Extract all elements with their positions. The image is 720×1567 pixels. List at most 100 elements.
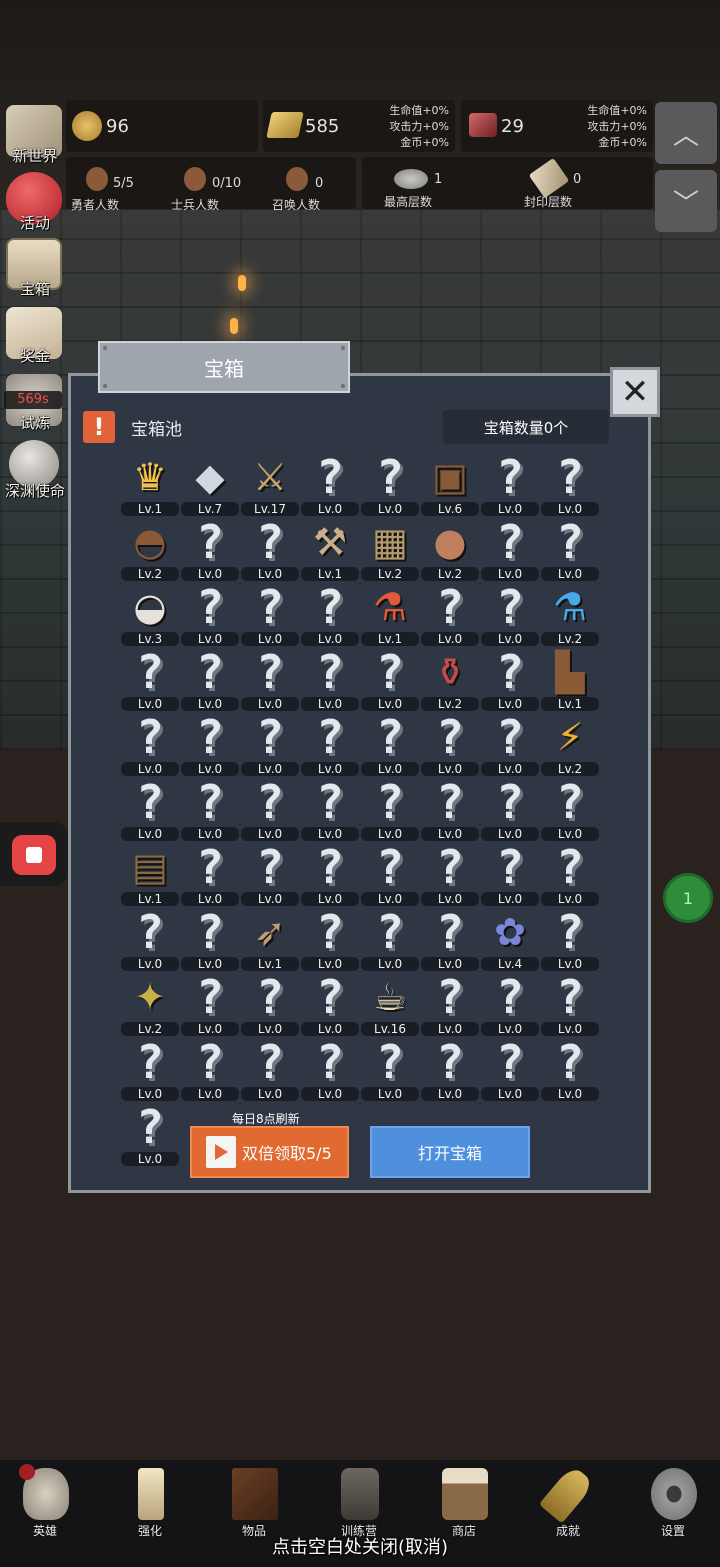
tab-settings[interactable]: 设置 <box>633 1462 713 1542</box>
item-slot[interactable]: ? Lv.0 <box>361 452 419 516</box>
item-slot[interactable]: ? Lv.0 <box>421 777 479 841</box>
item-slot[interactable]: ? Lv.0 <box>181 1037 239 1101</box>
item-slot[interactable]: ? Lv.0 <box>301 1037 359 1101</box>
sidebar-item-chest[interactable]: 宝箱 <box>0 236 68 302</box>
item-slot[interactable]: ◒ Lv.3 <box>121 582 179 646</box>
item-slot[interactable]: ? Lv.0 <box>541 517 599 581</box>
scroll-up-button[interactable]: ︿ <box>655 102 717 164</box>
sidebar-item-event[interactable]: 活动 <box>0 170 68 236</box>
item-slot[interactable]: ? Lv.0 <box>241 842 299 906</box>
item-slot[interactable]: ➶ Lv.1 <box>241 907 299 971</box>
item-slot[interactable]: ? Lv.0 <box>241 517 299 581</box>
item-slot[interactable]: ⚗ Lv.2 <box>541 582 599 646</box>
item-slot[interactable]: ? Lv.0 <box>301 777 359 841</box>
item-slot[interactable]: ? Lv.0 <box>541 452 599 516</box>
item-slot[interactable]: ? Lv.0 <box>481 517 539 581</box>
item-slot[interactable]: ? Lv.0 <box>541 777 599 841</box>
item-slot[interactable]: ? Lv.0 <box>361 842 419 906</box>
item-slot[interactable]: ? Lv.0 <box>181 712 239 776</box>
item-slot[interactable]: ? Lv.0 <box>121 647 179 711</box>
item-slot[interactable]: ? Lv.0 <box>421 712 479 776</box>
item-slot[interactable]: ? Lv.0 <box>301 842 359 906</box>
item-slot[interactable]: ? Lv.0 <box>481 647 539 711</box>
item-slot[interactable]: ? Lv.0 <box>361 907 419 971</box>
item-slot[interactable]: ⚱ Lv.2 <box>421 647 479 711</box>
scroll-down-button[interactable]: ﹀ <box>655 170 717 232</box>
item-slot[interactable]: ◓ Lv.2 <box>121 517 179 581</box>
item-slot[interactable]: ? Lv.0 <box>241 777 299 841</box>
item-slot[interactable]: ▦ Lv.2 <box>361 517 419 581</box>
item-slot[interactable]: ? Lv.0 <box>421 972 479 1036</box>
tab-upgrade[interactable]: 强化 <box>110 1462 190 1542</box>
item-slot[interactable]: ? Lv.0 <box>181 972 239 1036</box>
item-slot[interactable]: ? Lv.0 <box>301 972 359 1036</box>
item-slot[interactable]: ? Lv.0 <box>361 777 419 841</box>
sidebar-item-trial[interactable]: 569s 试炼 <box>0 372 68 438</box>
item-slot[interactable]: ? Lv.0 <box>181 582 239 646</box>
close-button[interactable]: ✕ <box>610 367 660 417</box>
item-slot[interactable]: ? Lv.0 <box>421 582 479 646</box>
item-slot[interactable]: ? Lv.0 <box>481 1037 539 1101</box>
item-slot[interactable]: ? Lv.0 <box>121 1037 179 1101</box>
item-slot[interactable]: ▙ Lv.1 <box>541 647 599 711</box>
tab-training[interactable]: 训练营 <box>319 1462 399 1542</box>
item-slot[interactable]: ? Lv.0 <box>541 1037 599 1101</box>
item-slot[interactable]: ? Lv.0 <box>541 907 599 971</box>
item-slot[interactable]: ? Lv.0 <box>421 842 479 906</box>
item-slot[interactable]: ? Lv.0 <box>361 647 419 711</box>
item-slot[interactable]: ☕ Lv.16 <box>361 972 419 1036</box>
item-slot[interactable]: ? Lv.0 <box>541 972 599 1036</box>
item-slot[interactable]: ? Lv.0 <box>241 647 299 711</box>
item-slot[interactable]: ? Lv.0 <box>481 582 539 646</box>
item-slot[interactable]: ? Lv.0 <box>481 712 539 776</box>
double-claim-button[interactable]: 双倍领取5/5 <box>190 1126 349 1178</box>
item-slot[interactable]: ? Lv.0 <box>121 1102 179 1166</box>
item-slot[interactable]: ? Lv.0 <box>181 517 239 581</box>
warning-icon[interactable]: ! <box>83 411 115 443</box>
item-slot[interactable]: ⚗ Lv.1 <box>361 582 419 646</box>
item-slot[interactable]: ? Lv.0 <box>481 972 539 1036</box>
item-slot[interactable]: ✿ Lv.4 <box>481 907 539 971</box>
item-slot[interactable]: ⚡ Lv.2 <box>541 712 599 776</box>
item-slot[interactable]: ▤ Lv.1 <box>121 842 179 906</box>
item-slot[interactable]: ? Lv.0 <box>481 842 539 906</box>
item-slot[interactable]: ? Lv.0 <box>121 907 179 971</box>
item-slot[interactable]: ⚒ Lv.1 <box>301 517 359 581</box>
item-slot[interactable]: ? Lv.0 <box>301 907 359 971</box>
item-slot[interactable]: ? Lv.0 <box>421 1037 479 1101</box>
item-slot[interactable]: ? Lv.0 <box>301 647 359 711</box>
item-slot[interactable]: ▣ Lv.6 <box>421 452 479 516</box>
open-chest-button[interactable]: 打开宝箱 <box>370 1126 530 1178</box>
item-slot[interactable]: ? Lv.0 <box>121 712 179 776</box>
item-slot[interactable]: ◆ Lv.7 <box>181 452 239 516</box>
item-slot[interactable]: ? Lv.0 <box>241 582 299 646</box>
sidebar-item-new-world[interactable]: 新世界 <box>0 103 68 169</box>
tab-items[interactable]: 物品 <box>214 1462 294 1542</box>
item-slot[interactable]: ? Lv.0 <box>421 907 479 971</box>
item-slot[interactable]: ● Lv.2 <box>421 517 479 581</box>
record-button[interactable] <box>0 822 68 886</box>
item-slot[interactable]: ? Lv.0 <box>361 1037 419 1101</box>
sidebar-item-abyss[interactable]: 深渊使命 <box>0 438 68 504</box>
tab-hero[interactable]: 英雄 <box>5 1462 85 1542</box>
item-slot[interactable]: ? Lv.0 <box>181 907 239 971</box>
sidebar-item-bonus[interactable]: 奖金 <box>0 305 68 371</box>
item-slot[interactable]: ? Lv.0 <box>361 712 419 776</box>
item-slot[interactable]: ? Lv.0 <box>301 452 359 516</box>
item-slot[interactable]: ? Lv.0 <box>481 452 539 516</box>
item-slot[interactable]: ? Lv.0 <box>181 842 239 906</box>
item-slot[interactable]: ? Lv.0 <box>121 777 179 841</box>
item-slot[interactable]: ? Lv.0 <box>241 712 299 776</box>
item-slot[interactable]: ? Lv.0 <box>241 972 299 1036</box>
close-hint[interactable]: 点击空白处关闭(取消) <box>0 1533 720 1559</box>
item-slot[interactable]: ♛ Lv.1 <box>121 452 179 516</box>
item-slot[interactable]: ? Lv.0 <box>301 582 359 646</box>
item-slot[interactable]: ? Lv.0 <box>541 842 599 906</box>
tab-achievement[interactable]: 成就 <box>528 1462 608 1542</box>
item-slot[interactable]: ? Lv.0 <box>241 1037 299 1101</box>
item-slot[interactable]: ⚔ Lv.17 <box>241 452 299 516</box>
tab-shop[interactable]: 商店 <box>424 1462 504 1542</box>
item-slot[interactable]: ? Lv.0 <box>301 712 359 776</box>
green-marker-button[interactable]: 1 <box>663 873 713 923</box>
item-slot[interactable]: ✦ Lv.2 <box>121 972 179 1036</box>
